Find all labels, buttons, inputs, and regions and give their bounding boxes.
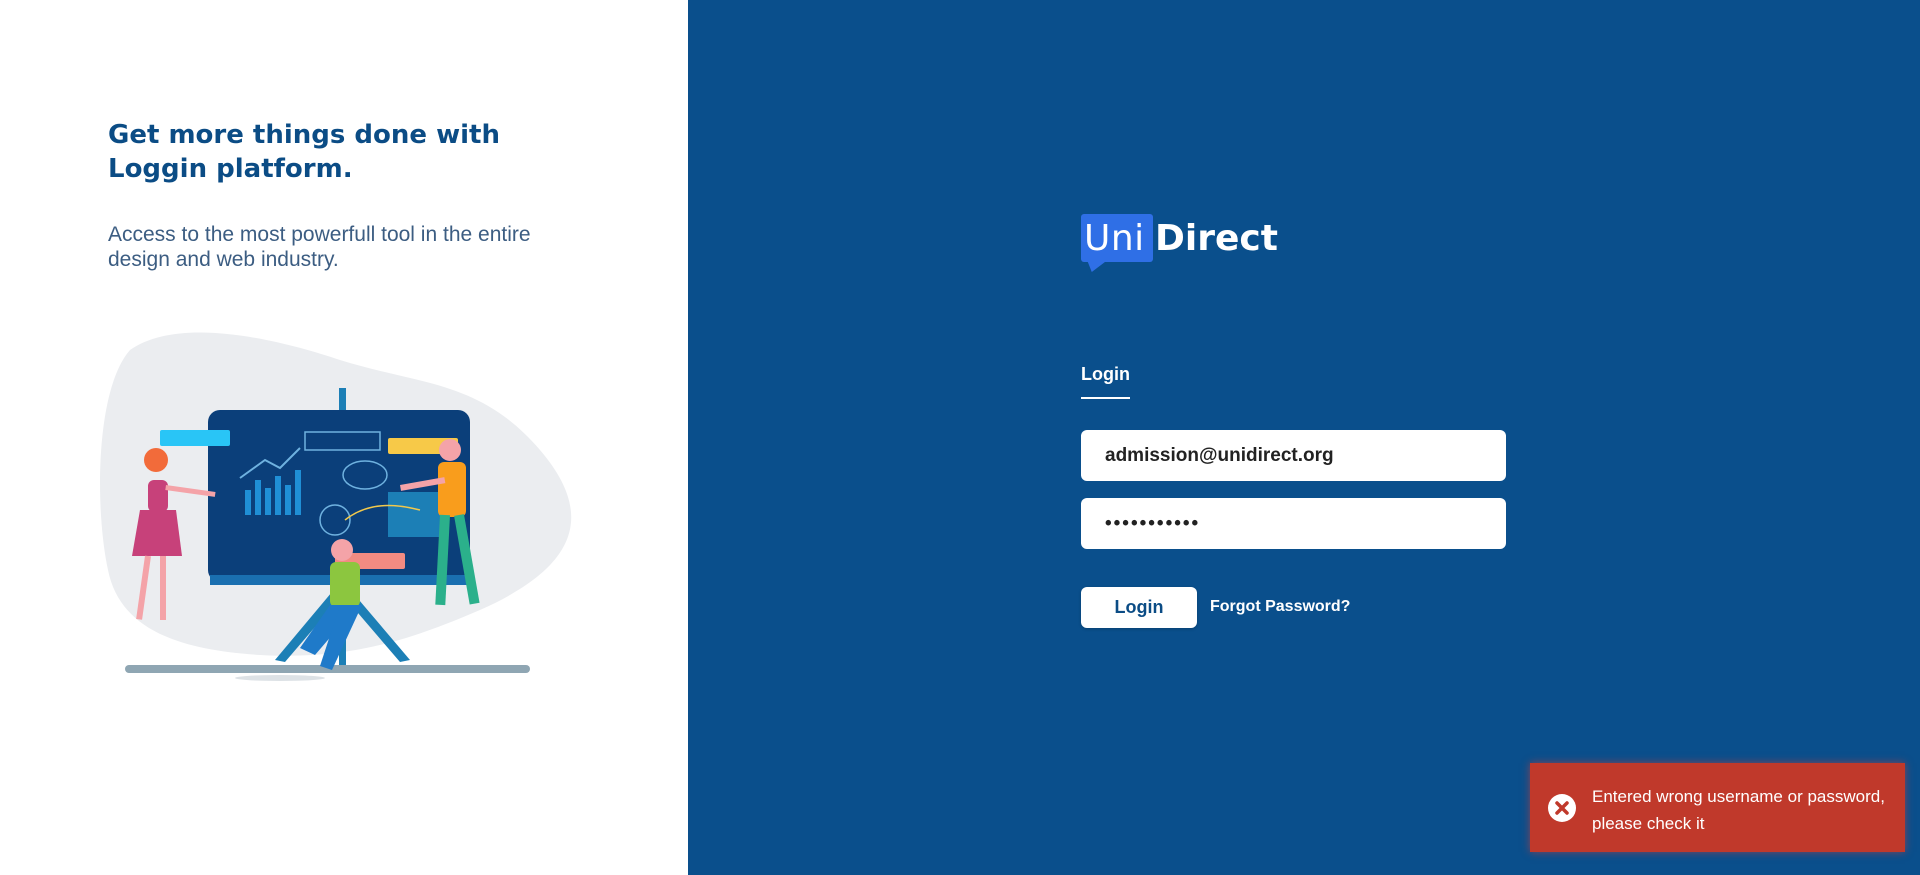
left-panel: Get more things done with Loggin platfor… — [0, 0, 688, 875]
subtext: Access to the most powerfull tool in the… — [108, 223, 531, 271]
password-field[interactable] — [1081, 498, 1506, 549]
unidirect-logo: Uni Direct — [1081, 214, 1281, 274]
headline: Get more things done with Loggin platfor… — [108, 120, 500, 184]
email-field[interactable] — [1081, 430, 1506, 481]
login-button[interactable]: Login — [1081, 587, 1197, 628]
logo-direct-text: Direct — [1155, 218, 1278, 259]
error-x-circle-icon — [1548, 794, 1576, 822]
forgot-password-link[interactable]: Forgot Password? — [1210, 598, 1350, 616]
speech-bubble-tail — [1083, 258, 1111, 272]
logo-uni-text: Uni — [1084, 218, 1145, 259]
error-toast[interactable]: Entered wrong username or password, plea… — [1530, 763, 1905, 852]
team-presentation-illustration — [100, 332, 572, 681]
tab-underline — [1081, 397, 1130, 399]
tab-login[interactable]: Login — [1081, 364, 1130, 385]
toast-message: Entered wrong username or password, plea… — [1592, 787, 1885, 833]
